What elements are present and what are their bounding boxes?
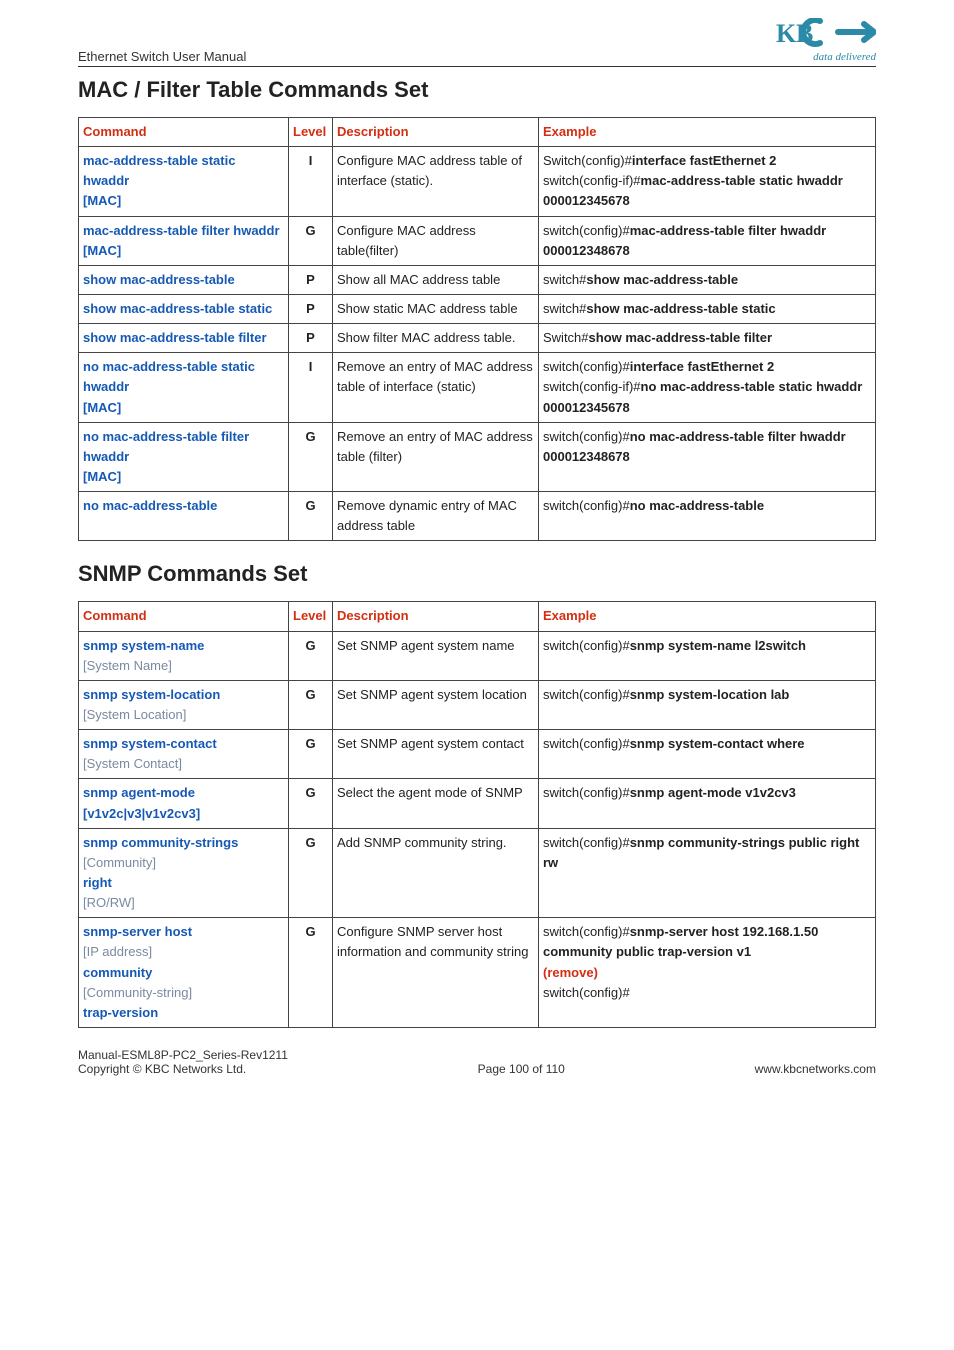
cell-example: switch#show mac-address-table static [539,294,876,323]
cell-description: Select the agent mode of SNMP [333,779,539,828]
header-title: Ethernet Switch User Manual [78,49,246,64]
cell-level: I [289,353,333,422]
cell-description: Remove an entry of MAC address table (fi… [333,422,539,491]
col-command: Command [79,602,289,631]
cell-example: switch(config)#snmp system-name l2switch [539,631,876,680]
cell-level: P [289,324,333,353]
cell-description: Configure SNMP server host information a… [333,918,539,1028]
cell-command: no mac-address-table static hwaddr[MAC] [79,353,289,422]
table-row: show mac-address-table staticPShow stati… [79,294,876,323]
cell-description: Configure MAC address table(filter) [333,216,539,265]
table-row: show mac-address-table filterPShow filte… [79,324,876,353]
cell-description: Configure MAC address table of interface… [333,147,539,216]
cell-example: switch(config)#interface fastEthernet 2s… [539,353,876,422]
table-row: mac-address-table filter hwaddr[MAC]GCon… [79,216,876,265]
cell-level: P [289,265,333,294]
table-row: snmp agent-mode[v1v2c|v3|v1v2cv3]GSelect… [79,779,876,828]
table-row: no mac-address-table filter hwaddr[MAC]G… [79,422,876,491]
cell-description: Show all MAC address table [333,265,539,294]
cell-example: switch(config)#snmp community-strings pu… [539,828,876,918]
col-example: Example [539,602,876,631]
cell-example: switch(config)#snmp system-location lab [539,680,876,729]
table-header-row: Command Level Description Example [79,602,876,631]
cell-description: Remove dynamic entry of MAC address tabl… [333,492,539,541]
cell-command: snmp-server host[IP address]community[Co… [79,918,289,1028]
cell-example: Switch(config)#interface fastEthernet 2s… [539,147,876,216]
cell-level: I [289,147,333,216]
cell-level: G [289,730,333,779]
table-row: snmp-server host[IP address]community[Co… [79,918,876,1028]
cell-description: Set SNMP agent system name [333,631,539,680]
cell-description: Set SNMP agent system contact [333,730,539,779]
cell-example: switch#show mac-address-table [539,265,876,294]
cell-command: no mac-address-table [79,492,289,541]
cell-example: switch(config)#snmp system-contact where [539,730,876,779]
cell-level: G [289,828,333,918]
table-row: snmp system-location[System Location]GSe… [79,680,876,729]
col-level: Level [289,602,333,631]
cell-level: G [289,680,333,729]
table-row: mac-address-table static hwaddr[MAC]ICon… [79,147,876,216]
cell-level: G [289,422,333,491]
cell-example: switch(config)#snmp agent-mode v1v2cv3 [539,779,876,828]
cell-description: Set SNMP agent system location [333,680,539,729]
cell-level: G [289,779,333,828]
col-command: Command [79,118,289,147]
table-header-row: Command Level Description Example [79,118,876,147]
footer-page-number: Page 100 of 110 [478,1062,565,1076]
table-row: snmp community-strings[Community]right[R… [79,828,876,918]
cell-description: Remove an entry of MAC address table of … [333,353,539,422]
cell-command: no mac-address-table filter hwaddr[MAC] [79,422,289,491]
cell-example: Switch#show mac-address-table filter [539,324,876,353]
kbc-logo-icon: K B data delivered [776,18,876,64]
footer-url: www.kbcnetworks.com [755,1062,876,1076]
logo: K B data delivered [776,18,876,64]
cell-command: mac-address-table filter hwaddr[MAC] [79,216,289,265]
cell-command: show mac-address-table filter [79,324,289,353]
cell-example: switch(config)#snmp-server host 192.168.… [539,918,876,1028]
cell-command: mac-address-table static hwaddr[MAC] [79,147,289,216]
cell-level: G [289,631,333,680]
table-row: no mac-address-table static hwaddr[MAC]I… [79,353,876,422]
cell-example: switch(config)#mac-address-table filter … [539,216,876,265]
col-description: Description [333,118,539,147]
page-header: Ethernet Switch User Manual K B data del… [78,18,876,67]
col-example: Example [539,118,876,147]
logo-tagline: data delivered [813,51,876,63]
section-title-snmp: SNMP Commands Set [78,561,876,587]
cell-command: snmp agent-mode[v1v2c|v3|v1v2cv3] [79,779,289,828]
table-row: snmp system-name[System Name]GSet SNMP a… [79,631,876,680]
cell-command: show mac-address-table static [79,294,289,323]
footer-manual-id: Manual-ESML8P-PC2_Series-Rev1211 [78,1048,288,1062]
col-level: Level [289,118,333,147]
cell-description: Show static MAC address table [333,294,539,323]
cell-example: switch(config)#no mac-address-table [539,492,876,541]
cell-command: snmp community-strings[Community]right[R… [79,828,289,918]
section-title-mac: MAC / Filter Table Commands Set [78,77,876,103]
cell-command: show mac-address-table [79,265,289,294]
snmp-commands-table: Command Level Description Example snmp s… [78,601,876,1028]
cell-command: snmp system-name[System Name] [79,631,289,680]
cell-level: G [289,216,333,265]
page-footer: Manual-ESML8P-PC2_Series-Rev1211 Copyrig… [78,1048,876,1076]
cell-level: P [289,294,333,323]
col-description: Description [333,602,539,631]
cell-level: G [289,918,333,1028]
cell-level: G [289,492,333,541]
cell-command: snmp system-contact[System Contact] [79,730,289,779]
cell-example: switch(config)#no mac-address-table filt… [539,422,876,491]
cell-description: Add SNMP community string. [333,828,539,918]
table-row: no mac-address-tableGRemove dynamic entr… [79,492,876,541]
cell-command: snmp system-location[System Location] [79,680,289,729]
table-row: show mac-address-tablePShow all MAC addr… [79,265,876,294]
mac-commands-table: Command Level Description Example mac-ad… [78,117,876,541]
footer-copyright: Copyright © KBC Networks Ltd. [78,1062,288,1076]
cell-description: Show filter MAC address table. [333,324,539,353]
table-row: snmp system-contact[System Contact]GSet … [79,730,876,779]
svg-text:K: K [776,19,797,48]
